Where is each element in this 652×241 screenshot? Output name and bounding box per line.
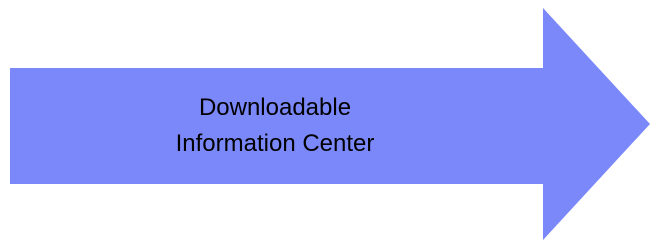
- arrow-label-line-2: Information Center: [175, 130, 375, 157]
- arrow-label-line-1: Downloadable: [198, 94, 352, 121]
- info-center-arrow[interactable]: Downloadable Information Center: [0, 0, 652, 241]
- arrow-label: Downloadable Information Center: [10, 68, 540, 184]
